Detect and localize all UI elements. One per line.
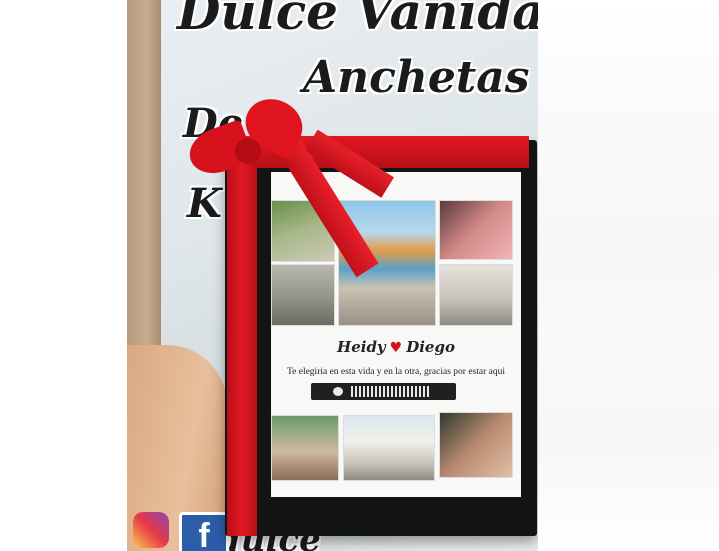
faded-backdrop (538, 0, 719, 551)
spotify-code (311, 383, 456, 400)
collage-print: Heidy ♥ Diego Te elegiria en esta vida y e… (271, 172, 521, 497)
dedication-quote: Te elegiria en esta vida y en la otra, g… (287, 367, 505, 377)
collage-photo (343, 415, 435, 481)
collage-photo (439, 200, 513, 260)
bow-knot (235, 138, 261, 164)
banner-text-fragment: K (187, 180, 222, 227)
collage-photo (271, 415, 339, 481)
banner-title: Dulce Vanidad (177, 0, 538, 41)
heart-icon: ♥ (389, 340, 403, 356)
name-right: Diego (406, 338, 455, 356)
name-left: Heidy (337, 338, 386, 356)
photo: Dulce Vanidad Anchetas De K dulce f Heid… (127, 0, 538, 551)
collage-photo (439, 412, 513, 478)
spotify-icon (333, 387, 343, 396)
facebook-icon: f (179, 512, 229, 551)
banner-subtitle: Anchetas (303, 52, 530, 103)
collage-photo (439, 264, 513, 326)
collage-photo (271, 264, 335, 326)
ribbon-vertical (227, 150, 257, 536)
soundwave-code (351, 386, 431, 397)
couple-names: Heidy ♥ Diego (331, 338, 461, 356)
instagram-icon (133, 512, 169, 548)
